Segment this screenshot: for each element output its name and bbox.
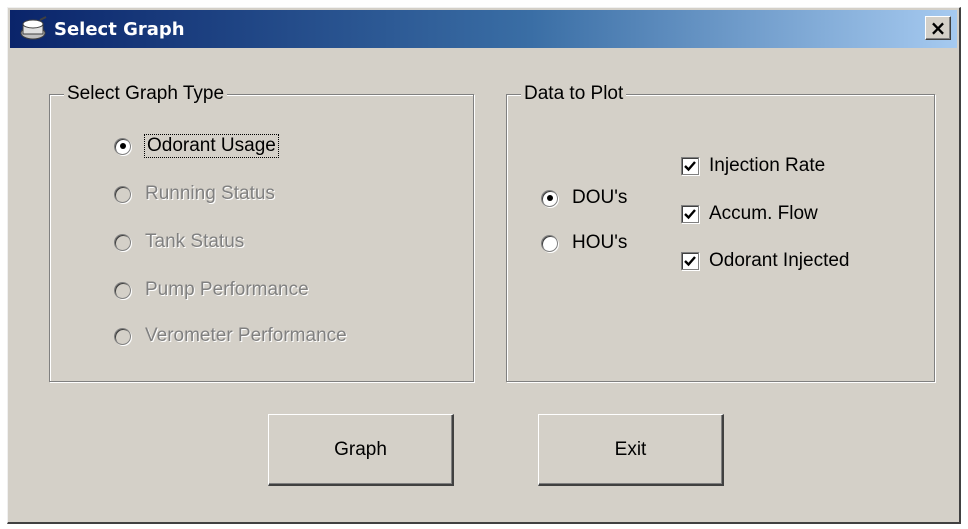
radio-button[interactable] bbox=[114, 233, 131, 251]
radio-verometer-performance[interactable]: Verometer Performance bbox=[114, 325, 347, 347]
option-label: Odorant Usage bbox=[144, 134, 279, 158]
radio-button[interactable] bbox=[114, 327, 131, 345]
radio-tank-status[interactable]: Tank Status bbox=[114, 231, 244, 253]
checkbox[interactable] bbox=[681, 252, 699, 270]
check-icon bbox=[684, 209, 696, 220]
graph-button-label: Graph bbox=[334, 438, 387, 460]
radio-button[interactable] bbox=[114, 137, 131, 155]
close-icon: × bbox=[929, 16, 947, 40]
graph-button[interactable]: Graph bbox=[268, 414, 454, 486]
option-label: Pump Performance bbox=[145, 279, 309, 300]
graph-type-group: Select Graph Type Odorant Usage Running … bbox=[49, 83, 474, 382]
data-to-plot-group-label: Data to Plot bbox=[521, 83, 627, 105]
check-injection-rate[interactable]: Injection Rate bbox=[681, 155, 825, 177]
check-accum-flow[interactable]: Accum. Flow bbox=[681, 203, 818, 225]
select-graph-dialog: Select Graph × Select Graph Type Odorant… bbox=[7, 7, 961, 524]
option-label: HOU's bbox=[572, 232, 628, 253]
option-label: DOU's bbox=[572, 187, 628, 208]
title-bar[interactable]: Select Graph × bbox=[10, 10, 957, 48]
option-label: Accum. Flow bbox=[709, 203, 818, 224]
radio-button[interactable] bbox=[541, 234, 558, 252]
close-button[interactable]: × bbox=[925, 16, 951, 40]
radio-button[interactable] bbox=[114, 281, 131, 299]
check-odorant-injected[interactable]: Odorant Injected bbox=[681, 250, 849, 272]
option-label: Running Status bbox=[145, 183, 275, 204]
window-title: Select Graph bbox=[54, 18, 185, 40]
radio-running-status[interactable]: Running Status bbox=[114, 183, 275, 205]
checkbox[interactable] bbox=[681, 205, 699, 223]
check-icon bbox=[684, 256, 696, 267]
radio-pump-performance[interactable]: Pump Performance bbox=[114, 279, 309, 301]
radio-hous[interactable]: HOU's bbox=[541, 232, 627, 254]
graph-type-group-label: Select Graph Type bbox=[64, 83, 228, 105]
check-icon bbox=[684, 161, 696, 172]
option-label: Odorant Injected bbox=[709, 250, 850, 271]
data-to-plot-group: Data to Plot DOU's HOU's Injection Rate bbox=[506, 83, 935, 382]
option-label: Verometer Performance bbox=[145, 325, 347, 346]
radio-button[interactable] bbox=[114, 185, 131, 203]
graph-app-icon bbox=[16, 14, 50, 44]
exit-button-label: Exit bbox=[614, 438, 647, 460]
option-label: Tank Status bbox=[145, 231, 245, 252]
exit-button[interactable]: Exit bbox=[538, 414, 724, 486]
checkbox[interactable] bbox=[681, 157, 699, 175]
radio-odorant-usage[interactable]: Odorant Usage bbox=[114, 134, 279, 158]
radio-dous[interactable]: DOU's bbox=[541, 187, 627, 209]
option-label: Injection Rate bbox=[709, 155, 826, 176]
radio-button[interactable] bbox=[541, 189, 558, 207]
